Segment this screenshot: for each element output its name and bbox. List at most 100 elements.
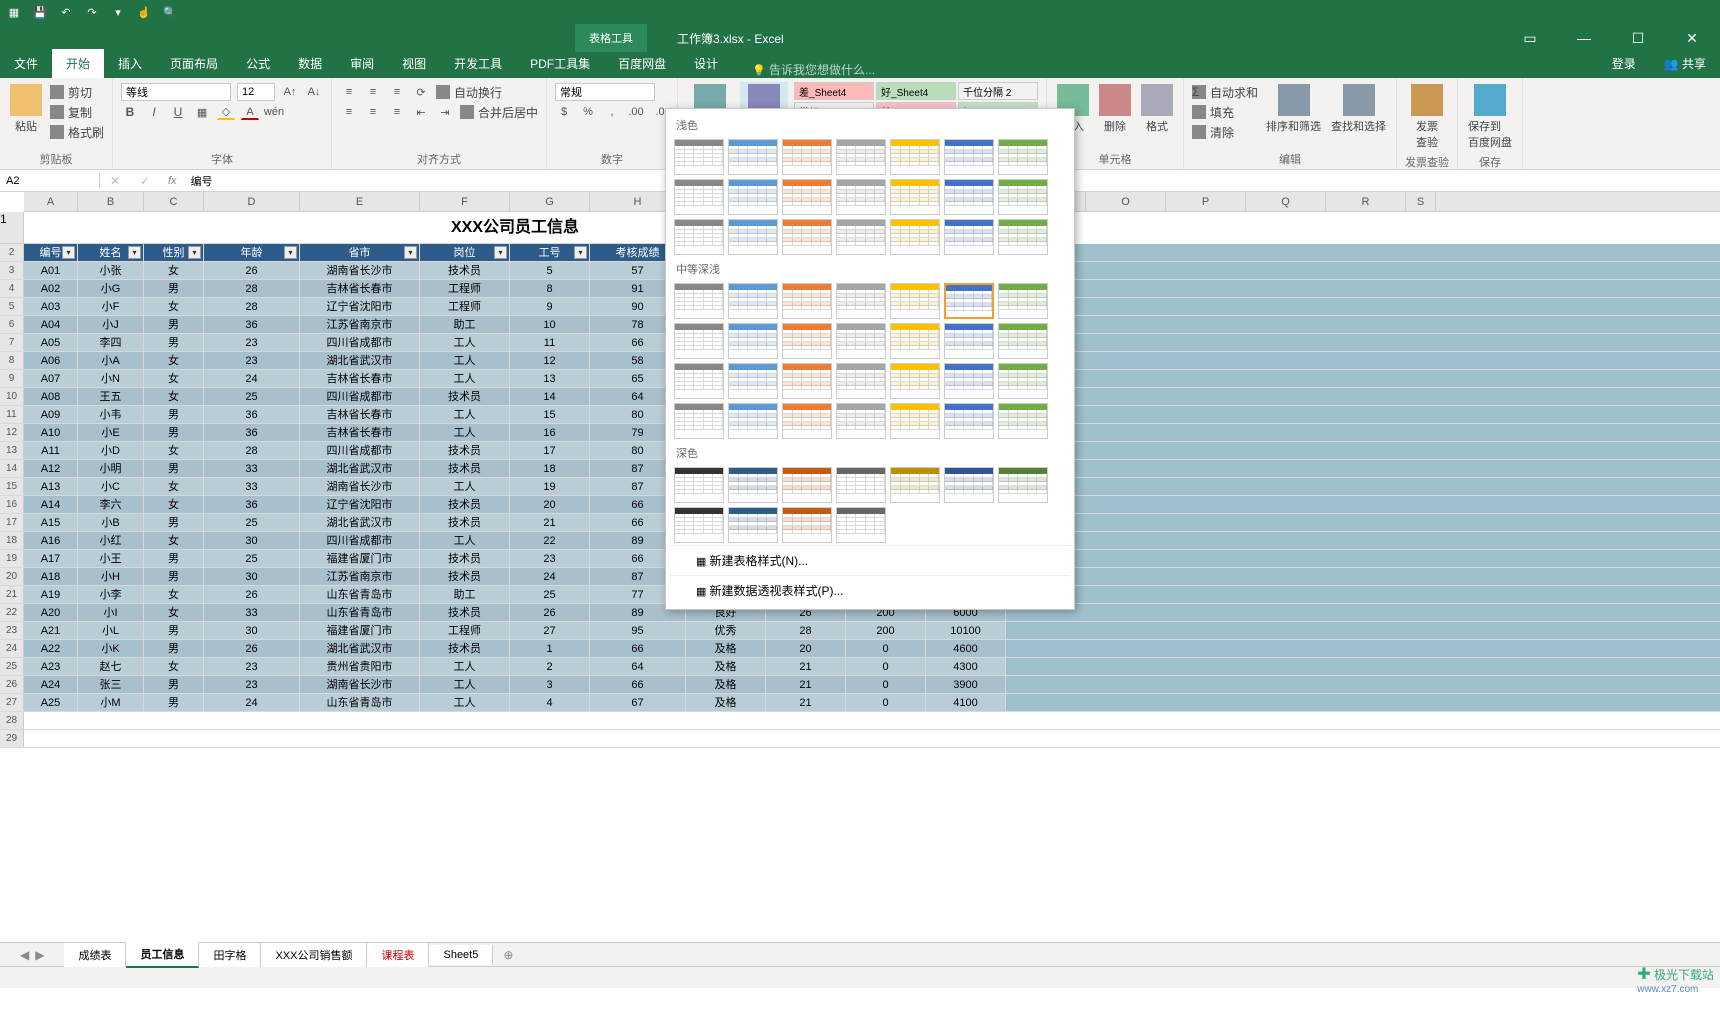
table-style-thumb[interactable] (836, 283, 886, 319)
filter-button[interactable]: ▾ (62, 246, 75, 259)
table-style-thumb[interactable] (836, 179, 886, 215)
table-style-thumb[interactable] (836, 323, 886, 359)
new-pivot-style-item[interactable]: ▦ 新建数据透视表样式(P)... (670, 575, 1070, 605)
table-style-thumb[interactable] (890, 139, 940, 175)
table-style-thumb[interactable] (836, 363, 886, 399)
format-cells-button[interactable]: 格式 (1139, 82, 1175, 136)
redo-icon[interactable]: ↷ (84, 4, 100, 20)
table-style-thumb[interactable] (728, 507, 778, 543)
bold-icon[interactable]: B (121, 104, 139, 120)
table-style-thumb[interactable] (728, 139, 778, 175)
autosum-button[interactable]: Σ自动求和 (1192, 82, 1258, 102)
phonetic-icon[interactable]: wén (265, 104, 283, 120)
align-left-icon[interactable]: ≡ (340, 104, 358, 120)
new-table-style-item[interactable]: ▦ 新建表格样式(N)... (670, 545, 1070, 575)
tab-baidu[interactable]: 百度网盘 (604, 49, 680, 78)
table-style-thumb[interactable] (728, 403, 778, 439)
filter-button[interactable]: ▾ (404, 246, 417, 259)
tab-layout[interactable]: 页面布局 (156, 49, 232, 78)
table-style-thumb[interactable] (674, 467, 724, 503)
filter-button[interactable]: ▾ (574, 246, 587, 259)
align-bottom-icon[interactable]: ≡ (388, 84, 406, 100)
style-good[interactable]: 好_Sheet4 (876, 82, 956, 100)
row-header[interactable]: 1 (0, 212, 24, 244)
undo-icon[interactable]: ↶ (58, 4, 74, 20)
tab-data[interactable]: 数据 (284, 49, 336, 78)
cut-button[interactable]: 剪切 (50, 82, 104, 102)
indent-dec-icon[interactable]: ⇤ (412, 104, 430, 120)
close-icon[interactable]: ✕ (1674, 30, 1710, 47)
table-style-thumb[interactable] (836, 403, 886, 439)
table-style-thumb[interactable] (998, 323, 1048, 359)
table-style-thumb[interactable] (890, 283, 940, 319)
table-style-thumb[interactable] (944, 179, 994, 215)
table-style-thumb[interactable] (782, 507, 832, 543)
table-style-thumb[interactable] (782, 139, 832, 175)
table-style-thumb[interactable] (674, 403, 724, 439)
underline-icon[interactable]: U (169, 104, 187, 120)
name-box[interactable]: A2 (0, 173, 100, 189)
tell-me-input[interactable]: 💡 告诉我您想做什么... (752, 61, 875, 78)
table-style-thumb[interactable] (944, 139, 994, 175)
sheet-tab-3[interactable]: 田字格 (199, 943, 261, 967)
style-diff[interactable]: 差_Sheet4 (794, 82, 874, 100)
clear-button[interactable]: 清除 (1192, 122, 1258, 142)
font-name-select[interactable] (121, 83, 231, 101)
indent-inc-icon[interactable]: ⇥ (436, 104, 454, 120)
table-style-thumb[interactable] (674, 507, 724, 543)
save-icon[interactable]: 💾 (32, 4, 48, 20)
tab-file[interactable]: 文件 (0, 49, 52, 78)
italic-icon[interactable]: I (145, 104, 163, 120)
filter-button[interactable]: ▾ (284, 246, 297, 259)
preview-icon[interactable]: 🔍 (162, 4, 178, 20)
table-style-thumb[interactable] (836, 139, 886, 175)
sheet-tab-1[interactable]: 成绩表 (64, 943, 126, 967)
tab-design[interactable]: 设计 (680, 49, 732, 78)
tab-dev[interactable]: 开发工具 (440, 49, 516, 78)
qat-more-icon[interactable]: ▾ (110, 4, 126, 20)
table-style-thumb[interactable] (674, 363, 724, 399)
currency-icon[interactable]: $ (555, 104, 573, 120)
table-style-thumb[interactable] (836, 219, 886, 255)
filter-button[interactable]: ▾ (128, 246, 141, 259)
invoice-button[interactable]: 发票 查验 (1405, 82, 1449, 152)
table-style-thumb[interactable] (944, 403, 994, 439)
percent-icon[interactable]: % (579, 104, 597, 120)
border-icon[interactable]: ▦ (193, 104, 211, 120)
font-size-select[interactable] (237, 83, 275, 101)
table-style-thumb[interactable] (944, 283, 994, 319)
table-style-thumb[interactable] (890, 363, 940, 399)
wrap-text-button[interactable]: 自动换行 (436, 82, 502, 102)
table-style-thumb[interactable] (674, 323, 724, 359)
table-style-thumb[interactable] (728, 219, 778, 255)
table-style-thumb[interactable] (728, 363, 778, 399)
inc-decimal-icon[interactable]: .00 (627, 104, 645, 120)
table-style-thumb[interactable] (998, 219, 1048, 255)
table-style-thumb[interactable] (890, 467, 940, 503)
format-painter-button[interactable]: 格式刷 (50, 122, 104, 142)
table-style-thumb[interactable] (728, 323, 778, 359)
tab-formula[interactable]: 公式 (232, 49, 284, 78)
align-center-icon[interactable]: ≡ (364, 104, 382, 120)
align-top-icon[interactable]: ≡ (340, 84, 358, 100)
find-select-button[interactable]: 查找和选择 (1329, 82, 1388, 136)
table-style-thumb[interactable] (944, 467, 994, 503)
table-style-thumb[interactable] (998, 467, 1048, 503)
table-style-thumb[interactable] (998, 363, 1048, 399)
orientation-icon[interactable]: ⟳ (412, 84, 430, 100)
table-style-thumb[interactable] (998, 403, 1048, 439)
delete-cells-button[interactable]: 删除 (1097, 82, 1133, 136)
paste-button[interactable]: 粘贴 (8, 82, 44, 136)
table-style-thumb[interactable] (944, 363, 994, 399)
maximize-icon[interactable]: ☐ (1620, 30, 1656, 47)
fill-button[interactable]: 填充 (1192, 102, 1258, 122)
new-sheet-button[interactable]: ⊕ (493, 944, 523, 966)
table-style-thumb[interactable] (890, 323, 940, 359)
sheet-nav-last-icon[interactable]: ▶ (35, 948, 44, 962)
table-style-thumb[interactable] (782, 363, 832, 399)
table-style-thumb[interactable] (782, 283, 832, 319)
sheet-tab-2[interactable]: 员工信息 (126, 942, 199, 968)
fill-color-icon[interactable]: ◇ (217, 104, 235, 120)
table-style-thumb[interactable] (728, 179, 778, 215)
table-style-thumb[interactable] (998, 283, 1048, 319)
